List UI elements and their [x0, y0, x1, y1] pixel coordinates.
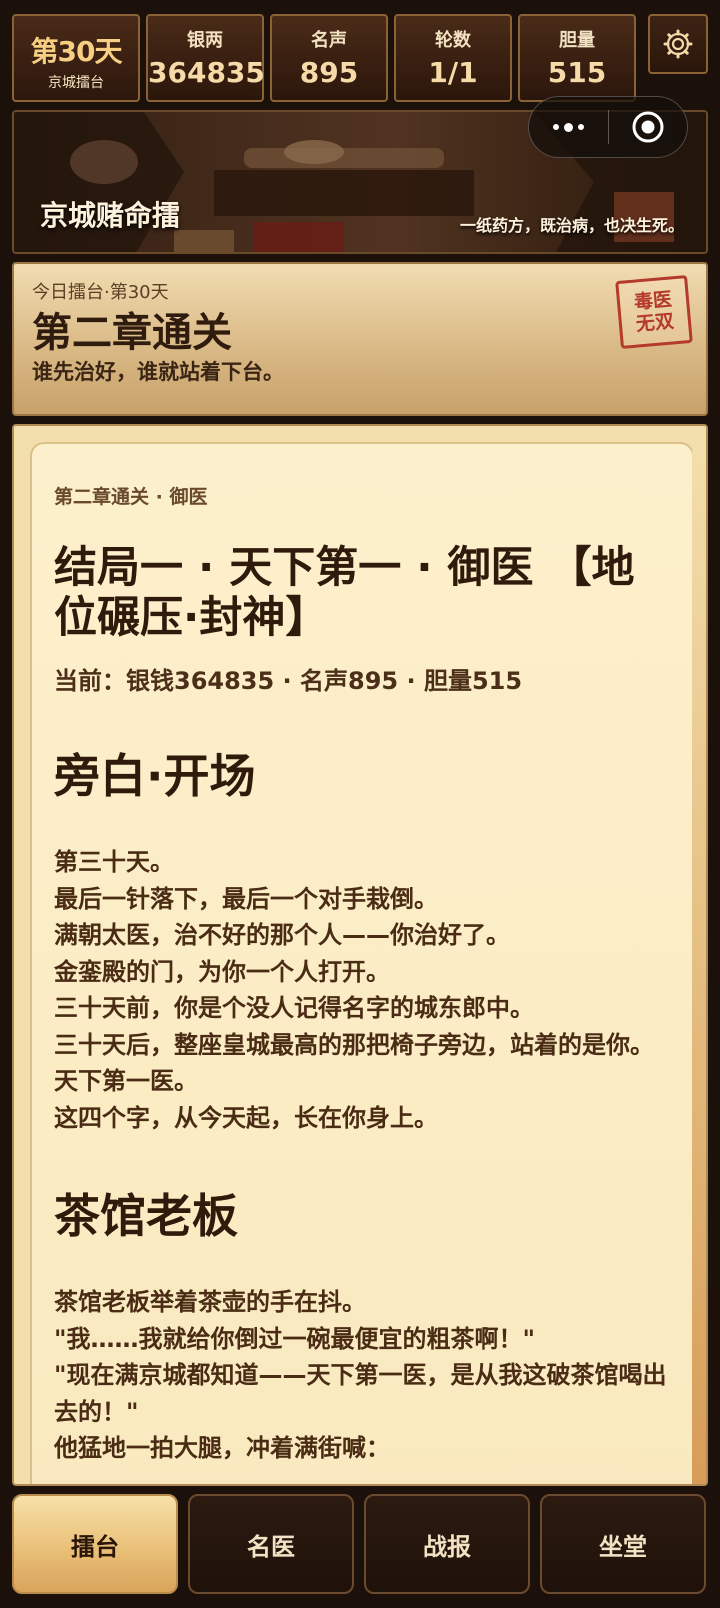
stat-courage: 胆量 515 [518, 14, 636, 102]
ending-title: 结局一 · 天下第一 · 御医 【地位碾压·封神】 [54, 543, 635, 643]
stat-value: 1/1 [428, 56, 478, 89]
miniprogram-capsule [528, 96, 688, 158]
arena-card: 今日擂台·第30天 第二章通关 谁先治好，谁就站着下台。 毒医 无双 [12, 262, 708, 416]
story-line: 这四个字，从今天起，长在你身上。 [54, 1103, 438, 1132]
story-line: 他猛地一拍大腿，冲着满街喊： [54, 1434, 390, 1462]
stat-label: 银两 [187, 30, 223, 51]
story-line: "现在满京城都知道——天下第一医，是从我这破茶馆喝出去的！" [54, 1361, 667, 1426]
stat-fame: 名声 895 [270, 14, 388, 102]
arena-motto: 谁先治好，谁就站着下台。 [32, 360, 284, 384]
top-status-bar: 第30天 京城擂台 银两 364835 名声 895 轮数 1/1 胆量 515 [12, 14, 708, 102]
stat-value: 895 [299, 56, 359, 89]
more-dots-icon[interactable] [529, 122, 608, 132]
day-label: 第30天 [30, 35, 123, 68]
story-line: 满朝太医，治不好的那个人——你治好了。 [54, 921, 510, 949]
current-stats: 当前：银钱364835 · 名声895 · 胆量515 [54, 667, 523, 695]
bottom-nav: 擂台 名医 战报 坐堂 [12, 1494, 708, 1594]
story-line: 三十天前，你是个没人记得名字的城东郎中。 [54, 994, 534, 1022]
gear-icon [663, 29, 693, 59]
story-line: "我……我就给你倒过一碗最便宜的粗茶啊！" [54, 1324, 536, 1353]
section-text: 第三十天。 最后一针落下，最后一个对手栽倒。 满朝太医，治不好的那个人——你治好… [54, 844, 670, 1136]
banner-title: 京城赌命擂 [40, 199, 181, 232]
day-indicator: 第30天 京城擂台 [12, 14, 140, 102]
stat-value: 515 [547, 56, 607, 89]
stat-silver: 银两 364835 [146, 14, 265, 102]
chapter-kicker: 第二章通关 · 御医 [54, 486, 208, 508]
settings-button[interactable] [648, 14, 708, 74]
stamp-text-line2: 无双 [635, 310, 675, 336]
story-line: 天下第一医。 [54, 1067, 198, 1095]
story-line: 茶馆老板举着茶壶的手在抖。 [54, 1288, 366, 1316]
stat-label: 胆量 [559, 30, 595, 51]
story-line: 金銮殿的门，为你一个人打开。 [54, 957, 390, 986]
story-scroll[interactable]: 第二章通关 · 御医 结局一 · 天下第一 · 御医 【地位碾压·封神】 当前：… [30, 442, 694, 1484]
section-text: 茶馆老板举着茶壶的手在抖。 "我……我就给你倒过一碗最便宜的粗茶啊！" "现在满… [54, 1284, 670, 1467]
tab-famous-doctors[interactable]: 名医 [188, 1494, 354, 1594]
stat-label: 名声 [311, 30, 347, 51]
tab-arena[interactable]: 擂台 [12, 1494, 178, 1594]
stat-value: 364835 [148, 56, 265, 89]
story-line: 三十天后，整座皇城最高的那把椅子旁边，站着的是你。 [54, 1030, 654, 1059]
section-heading: 旁白·开场 [54, 749, 256, 803]
stat-rounds: 轮数 1/1 [394, 14, 512, 102]
arena-location: 京城擂台 [48, 75, 104, 91]
banner-tagline: 一纸药方，既治病，也决生死。 [459, 216, 684, 235]
stat-label: 轮数 [435, 30, 471, 51]
title-stamp: 毒医 无双 [615, 274, 693, 350]
story-line: 第三十天。 [54, 848, 174, 876]
section-heading: 茶馆老板 [54, 1189, 238, 1243]
tab-battle-report[interactable]: 战报 [364, 1494, 530, 1594]
story-panel[interactable]: 第二章通关 · 御医 结局一 · 天下第一 · 御医 【地位碾压·封神】 当前：… [12, 424, 708, 1486]
story-line: 最后一针落下，最后一个对手栽倒。 [54, 884, 438, 913]
arena-title: 第二章通关 [32, 310, 232, 356]
app-root: 第30天 京城擂台 银两 364835 名声 895 轮数 1/1 胆量 515 [0, 0, 720, 1608]
tab-clinic[interactable]: 坐堂 [540, 1494, 706, 1594]
target-close-icon[interactable] [609, 110, 687, 144]
